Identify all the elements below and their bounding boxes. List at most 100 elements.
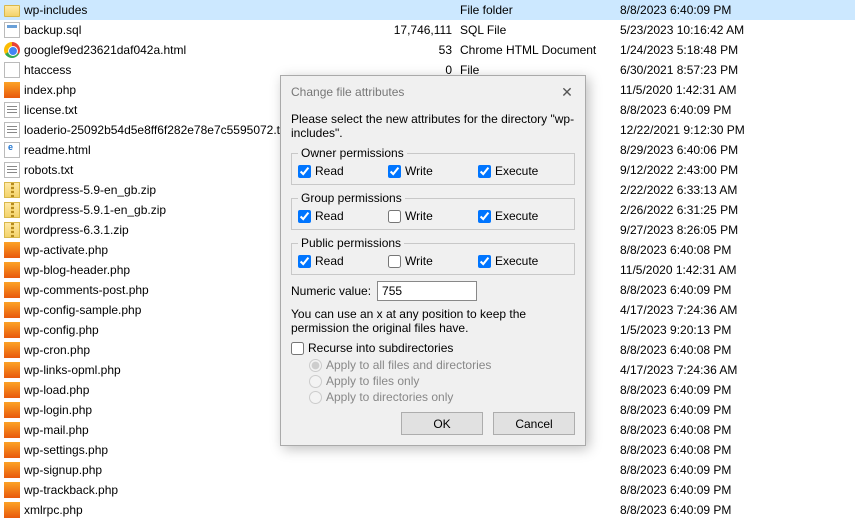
- file-type: File folder: [460, 3, 620, 17]
- file-name: license.txt: [24, 103, 77, 117]
- file-name: wp-cron.php: [24, 343, 90, 357]
- public-execute-checkbox[interactable]: [478, 255, 491, 268]
- file-name: wp-signup.php: [24, 463, 102, 477]
- dialog-instruction: Please select the new attributes for the…: [291, 112, 575, 140]
- file-name: loaderio-25092b54d5e8ff6f282e78e7c559507…: [24, 123, 289, 137]
- file-name: htaccess: [24, 63, 71, 77]
- file-icon: [4, 462, 20, 478]
- file-date: 11/5/2020 1:42:31 AM: [620, 83, 820, 97]
- close-icon[interactable]: ✕: [557, 82, 577, 102]
- group-legend: Group permissions: [298, 191, 405, 205]
- numeric-value-input[interactable]: [377, 281, 477, 301]
- file-name: wp-config-sample.php: [24, 303, 141, 317]
- file-icon: [4, 242, 20, 258]
- file-name: wp-trackback.php: [24, 483, 118, 497]
- file-date: 8/8/2023 6:40:08 PM: [620, 443, 820, 457]
- public-legend: Public permissions: [298, 236, 404, 250]
- group-read-checkbox[interactable]: [298, 210, 311, 223]
- file-date: 4/17/2023 7:24:36 AM: [620, 363, 820, 377]
- file-name: wp-blog-header.php: [24, 263, 130, 277]
- file-icon: [4, 202, 20, 218]
- permission-note: You can use an x at any position to keep…: [291, 307, 575, 335]
- apply-all-radio: [309, 359, 322, 372]
- file-date: 9/12/2022 2:43:00 PM: [620, 163, 820, 177]
- file-date: 9/27/2023 8:26:05 PM: [620, 223, 820, 237]
- file-date: 8/8/2023 6:40:09 PM: [620, 3, 820, 17]
- cancel-button[interactable]: Cancel: [493, 412, 575, 435]
- owner-permissions: Owner permissions Read Write Execute: [291, 146, 575, 185]
- file-name: xmlrpc.php: [24, 503, 83, 517]
- file-type: Chrome HTML Document: [460, 43, 620, 57]
- file-date: 4/17/2023 7:24:36 AM: [620, 303, 820, 317]
- file-name: googlef9ed23621daf042a.html: [24, 43, 186, 57]
- group-permissions: Group permissions Read Write Execute: [291, 191, 575, 230]
- file-date: 8/8/2023 6:40:09 PM: [620, 383, 820, 397]
- file-icon: [4, 62, 20, 78]
- file-name: backup.sql: [24, 23, 81, 37]
- file-date: 5/23/2023 10:16:42 AM: [620, 23, 820, 37]
- file-name: wp-mail.php: [24, 423, 89, 437]
- file-date: 6/30/2021 8:57:23 PM: [620, 63, 820, 77]
- file-row[interactable]: wp-signup.php 8/8/2023 6:40:09 PM: [0, 460, 855, 480]
- file-icon: [4, 122, 20, 138]
- file-icon: [4, 382, 20, 398]
- owner-legend: Owner permissions: [298, 146, 407, 160]
- file-name: wp-includes: [24, 3, 87, 17]
- file-date: 12/22/2021 9:12:30 PM: [620, 123, 820, 137]
- apply-files-radio: [309, 375, 322, 388]
- file-date: 2/22/2022 6:33:13 AM: [620, 183, 820, 197]
- file-icon: [4, 482, 20, 498]
- file-icon: [4, 5, 20, 17]
- dialog-title: Change file attributes: [291, 85, 404, 99]
- file-name: wp-comments-post.php: [24, 283, 149, 297]
- file-date: 1/24/2023 5:18:48 PM: [620, 43, 820, 57]
- file-name: wp-settings.php: [24, 443, 108, 457]
- recurse-checkbox[interactable]: [291, 342, 304, 355]
- file-name: readme.html: [24, 143, 91, 157]
- owner-write-checkbox[interactable]: [388, 165, 401, 178]
- file-date: 8/29/2023 6:40:06 PM: [620, 143, 820, 157]
- file-date: 1/5/2023 9:20:13 PM: [620, 323, 820, 337]
- file-date: 8/8/2023 6:40:09 PM: [620, 103, 820, 117]
- owner-execute-checkbox[interactable]: [478, 165, 491, 178]
- file-row[interactable]: wp-includes File folder8/8/2023 6:40:09 P…: [0, 0, 855, 20]
- ok-button[interactable]: OK: [401, 412, 483, 435]
- public-read-checkbox[interactable]: [298, 255, 311, 268]
- file-icon: [4, 102, 20, 118]
- file-icon: [4, 282, 20, 298]
- file-icon: [4, 82, 20, 98]
- file-name: wp-links-opml.php: [24, 363, 121, 377]
- owner-read-checkbox[interactable]: [298, 165, 311, 178]
- file-row[interactable]: googlef9ed23621daf042a.html 53Chrome HTML…: [0, 40, 855, 60]
- public-write-checkbox[interactable]: [388, 255, 401, 268]
- file-row[interactable]: backup.sql17,746,111SQL File5/23/2023 10…: [0, 20, 855, 40]
- file-date: 8/8/2023 6:40:09 PM: [620, 463, 820, 477]
- file-name: robots.txt: [24, 163, 73, 177]
- file-name: wp-activate.php: [24, 243, 108, 257]
- file-icon: [4, 162, 20, 178]
- file-icon: [4, 402, 20, 418]
- file-icon: [4, 142, 20, 158]
- file-icon: [4, 442, 20, 458]
- file-name: wp-load.php: [24, 383, 89, 397]
- file-date: 8/8/2023 6:40:09 PM: [620, 503, 820, 517]
- public-permissions: Public permissions Read Write Execute: [291, 236, 575, 275]
- file-size: 17,746,111: [382, 23, 460, 37]
- file-icon: [4, 222, 20, 238]
- group-execute-checkbox[interactable]: [478, 210, 491, 223]
- file-icon: [4, 502, 20, 518]
- file-date: 11/5/2020 1:42:31 AM: [620, 263, 820, 277]
- group-write-checkbox[interactable]: [388, 210, 401, 223]
- file-date: 8/8/2023 6:40:09 PM: [620, 483, 820, 497]
- file-date: 8/8/2023 6:40:09 PM: [620, 403, 820, 417]
- file-icon: [4, 182, 20, 198]
- file-row[interactable]: wp-trackback.php 8/8/2023 6:40:09 PM: [0, 480, 855, 500]
- file-size: 53: [382, 43, 460, 57]
- file-name: wp-config.php: [24, 323, 99, 337]
- file-row[interactable]: xmlrpc.php 8/8/2023 6:40:09 PM: [0, 500, 855, 520]
- apply-dirs-radio: [309, 391, 322, 404]
- file-date: 8/8/2023 6:40:09 PM: [620, 283, 820, 297]
- file-icon: [4, 262, 20, 278]
- file-name: index.php: [24, 83, 76, 97]
- file-date: 8/8/2023 6:40:08 PM: [620, 423, 820, 437]
